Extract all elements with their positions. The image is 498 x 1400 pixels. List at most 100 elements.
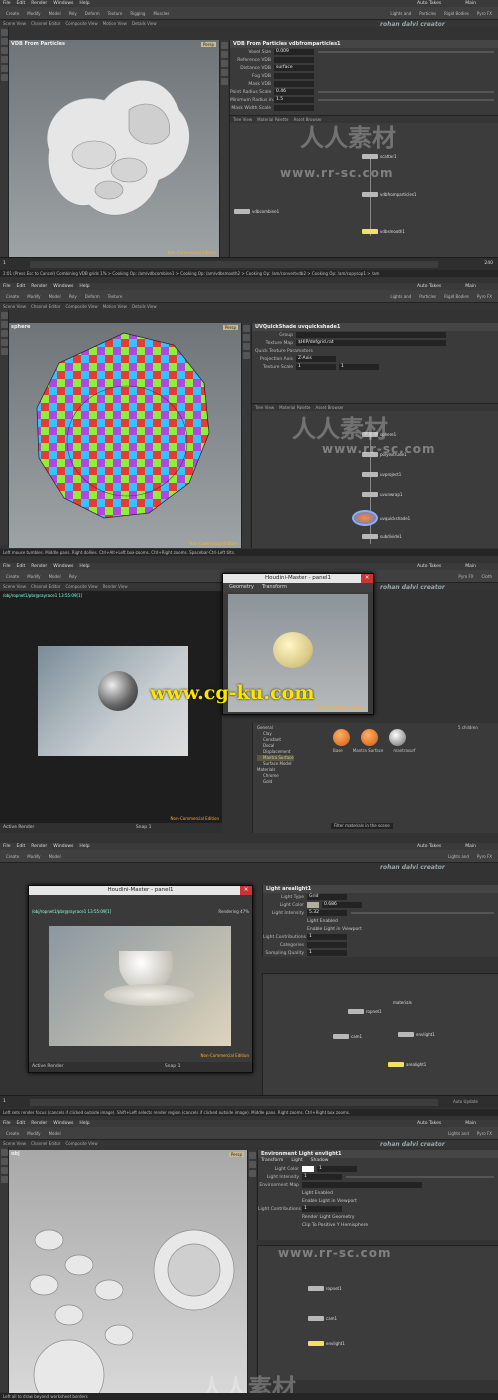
menu-file[interactable]: File <box>3 284 11 289</box>
menu-render[interactable]: Render <box>31 1 47 6</box>
tab-scene-view[interactable]: Scene View <box>3 1141 26 1146</box>
param-field[interactable]: 1 <box>307 950 347 956</box>
shelf-tab[interactable]: Particles <box>416 11 439 16</box>
snap-icon[interactable] <box>221 78 228 85</box>
timeline-bar[interactable] <box>30 261 438 268</box>
network-node[interactable]: arealight1 <box>388 1062 426 1067</box>
tab-scene-view[interactable]: Scene View <box>3 584 26 589</box>
shelf-tab[interactable]: Create <box>3 294 22 299</box>
param-slider[interactable] <box>318 99 494 101</box>
menu-render[interactable]: Render <box>31 1121 47 1126</box>
network-pane[interactable]: cam1 ropnet1 envlight1 arealight1 materi… <box>262 973 498 1095</box>
shaded-icon[interactable] <box>243 343 250 350</box>
checkbox-label[interactable]: Enable Light in Viewport <box>307 927 362 932</box>
tab-material-palette[interactable]: Material Palette <box>257 117 288 122</box>
tab-render-view[interactable]: Render View <box>103 584 128 589</box>
main-label[interactable]: Main <box>465 844 476 849</box>
menu-help[interactable]: Help <box>79 284 89 289</box>
shelf-tab[interactable]: Pyro FX <box>455 574 476 579</box>
param-field[interactable]: 1 <box>302 1206 342 1212</box>
tab-composite-view[interactable]: Composite View <box>66 21 98 26</box>
timeline[interactable]: 1 Auto Update <box>0 1095 498 1108</box>
shelf-tab[interactable]: Deform <box>82 294 103 299</box>
network-pane[interactable]: ropnet1 cam1 envlight1 www.rr-sc.com <box>257 1245 498 1380</box>
tab-composite-view[interactable]: Composite View <box>66 584 98 589</box>
param-slider[interactable] <box>318 91 494 93</box>
shelf-tab[interactable]: Modify <box>24 11 43 16</box>
network-node[interactable]: cam1 <box>333 1034 362 1039</box>
shelf-tab[interactable]: Lights and <box>387 11 414 16</box>
material-swatch[interactable] <box>389 729 406 746</box>
display-icon[interactable] <box>243 325 250 332</box>
shelf-tab[interactable]: Pyro FX <box>474 854 495 859</box>
auto-takes-label[interactable]: Auto Takes <box>417 284 441 289</box>
param-field[interactable]: $HIP/defgrid.rat <box>296 340 446 346</box>
network-node[interactable]: ropnet1 <box>308 1286 342 1291</box>
menu-edit[interactable]: Edit <box>17 1121 26 1126</box>
network-node[interactable]: ropnet1 <box>348 1009 382 1014</box>
shelf-tab[interactable]: Deform <box>82 11 103 16</box>
param-field[interactable] <box>274 81 314 87</box>
menu-render[interactable]: Render <box>31 284 47 289</box>
tab-channel-editor[interactable]: Channel Editor <box>31 304 61 309</box>
select-tool-icon[interactable] <box>1 312 8 319</box>
move-tool-icon[interactable] <box>1 321 8 328</box>
param-field[interactable]: 5.32 <box>307 910 347 916</box>
shelf-tab[interactable]: Poly <box>66 574 80 579</box>
wireframe-icon[interactable] <box>249 1161 256 1168</box>
main-label[interactable]: Main <box>465 1 476 6</box>
shelf-tab[interactable]: Rigid Bodies <box>441 294 472 299</box>
tab-details-view[interactable]: Details View <box>132 21 157 26</box>
current-frame[interactable]: 1 <box>3 261 6 266</box>
shelf-tab[interactable]: Create <box>3 1131 22 1136</box>
scale-tool-icon[interactable] <box>1 1176 8 1183</box>
menu-windows[interactable]: Windows <box>53 1121 73 1126</box>
menu-help[interactable]: Help <box>79 844 89 849</box>
tab-light[interactable]: Light <box>291 1158 302 1165</box>
param-field[interactable]: 1.5 <box>274 97 314 103</box>
shelf-tab[interactable]: Create <box>3 854 22 859</box>
scale-tool-icon[interactable] <box>1 339 8 346</box>
menu-help[interactable]: Help <box>79 1121 89 1126</box>
shelf-tab[interactable]: Poly <box>66 11 80 16</box>
rotate-tool-icon[interactable] <box>1 47 8 54</box>
snap-label[interactable]: Snap 1 <box>165 1064 181 1069</box>
tab-scene-view[interactable]: Scene View <box>3 21 26 26</box>
shelf-tab[interactable]: Modify <box>24 1131 43 1136</box>
param-field[interactable] <box>302 1182 422 1188</box>
menu-file[interactable]: File <box>3 1121 11 1126</box>
menu-file[interactable]: File <box>3 564 11 569</box>
shelf-tab[interactable]: Rigid Bodies <box>441 11 472 16</box>
close-icon[interactable]: ✕ <box>240 886 252 895</box>
wireframe-icon[interactable] <box>221 51 228 58</box>
select-tool-icon[interactable] <box>1 1149 8 1156</box>
network-node[interactable]: subdivide1 <box>362 534 402 539</box>
auto-takes-label[interactable]: Auto Takes <box>417 564 441 569</box>
main-label[interactable]: Main <box>465 1121 476 1126</box>
material-swatch[interactable] <box>361 729 378 746</box>
checkbox-label[interactable]: Enable Light in Viewport <box>302 1199 357 1204</box>
shelf-tab[interactable]: Pyro FX <box>474 294 495 299</box>
network-node[interactable]: envlight1 <box>308 1341 345 1346</box>
shelf-tab[interactable]: Particles <box>416 294 439 299</box>
tab-composite-view[interactable]: Composite View <box>66 304 98 309</box>
filter-field[interactable]: Filter materials in the scene <box>331 823 393 829</box>
snap-label[interactable]: Snap 1 <box>136 825 152 830</box>
shelf-tab[interactable]: Modify <box>24 574 43 579</box>
tab-composite-view[interactable]: Composite View <box>66 1141 98 1146</box>
checkbox-label[interactable]: Render Light Geometry <box>302 1215 355 1220</box>
move-tool-icon[interactable] <box>1 1158 8 1165</box>
tree-item[interactable]: Gold <box>257 779 294 785</box>
menu-render[interactable]: Render <box>31 564 47 569</box>
main-label[interactable]: Main <box>465 284 476 289</box>
tab-channel-editor[interactable]: Channel Editor <box>31 21 61 26</box>
shaded-icon[interactable] <box>221 60 228 67</box>
auto-takes-label[interactable]: Auto Takes <box>417 1121 441 1126</box>
shaded-icon[interactable] <box>249 1170 256 1177</box>
tab-channel-editor[interactable]: Channel Editor <box>31 1141 61 1146</box>
shelf-tab[interactable]: Create <box>3 11 22 16</box>
param-field[interactable] <box>274 105 314 111</box>
network-node[interactable]: envlight1 <box>398 1032 435 1037</box>
network-node[interactable]: materials <box>393 1000 412 1005</box>
param-field[interactable]: surface <box>274 65 314 71</box>
